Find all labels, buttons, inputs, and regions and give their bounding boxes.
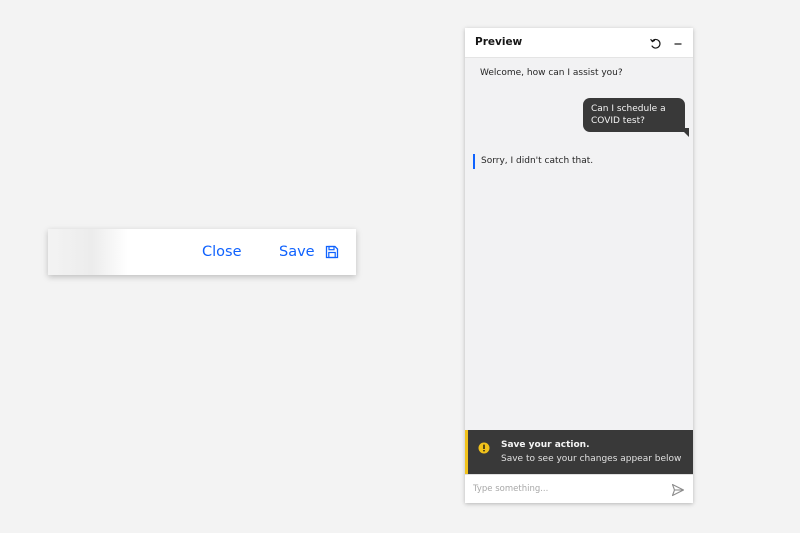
save-button-label: Save (279, 244, 315, 260)
notification-title: Save your action. (501, 440, 590, 450)
save-button[interactable]: Save (279, 229, 339, 275)
close-button-label: Close (202, 244, 242, 260)
preview-panel: Preview Welcome, how can I assist you? C… (465, 28, 693, 503)
preview-title: Preview (475, 36, 523, 48)
user-message-text: Can I schedule a COVID test? (591, 104, 666, 126)
close-button[interactable]: Close (202, 229, 242, 275)
user-message-tail (680, 128, 689, 137)
warning-icon (478, 439, 490, 454)
reset-icon[interactable] (649, 36, 663, 50)
notification-subtitle: Save to see your changes appear below (501, 454, 682, 464)
chat-input[interactable] (473, 480, 663, 498)
preview-header: Preview (465, 28, 693, 58)
save-notification: Save your action. Save to see your chang… (465, 430, 693, 474)
bot-message-fallback: Sorry, I didn't catch that. (473, 154, 593, 169)
action-bar-fade (48, 229, 128, 275)
minimize-icon[interactable] (671, 36, 685, 50)
send-icon[interactable] (671, 482, 685, 497)
bot-message-welcome: Welcome, how can I assist you? (480, 68, 623, 78)
action-bar: Close Save (48, 229, 356, 275)
user-message: Can I schedule a COVID test? (583, 98, 689, 137)
save-icon (325, 245, 339, 259)
chat-input-row (465, 474, 693, 503)
